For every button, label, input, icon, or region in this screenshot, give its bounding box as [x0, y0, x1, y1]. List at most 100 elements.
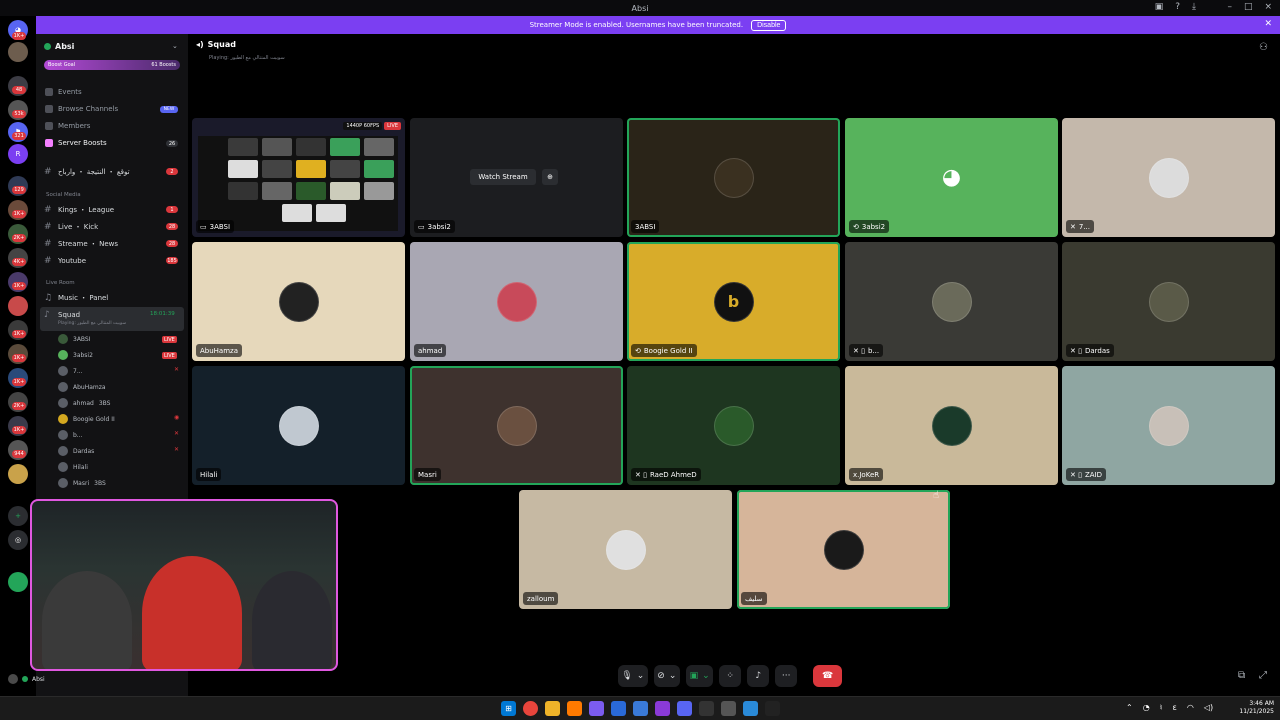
microphone-button[interactable]: 🎙︎ ⌄ — [618, 665, 648, 687]
zoom-icon[interactable]: ⊕ — [542, 169, 558, 185]
minimize-icon[interactable]: – — [1227, 2, 1232, 12]
settings-icon[interactable] — [721, 701, 736, 716]
voice-user[interactable]: 3ABSI — [58, 334, 91, 344]
voice-user[interactable]: 7... — [58, 366, 83, 376]
server-icon[interactable]: R — [8, 144, 28, 164]
boost-goal-bar[interactable]: Boost Goal 61 Boosts — [44, 60, 180, 70]
app-icon[interactable] — [611, 701, 626, 716]
chrome-icon[interactable] — [523, 701, 538, 716]
tile-name-label: ✕ ▯ Dardas — [1066, 344, 1114, 357]
events-label: Events — [58, 88, 82, 96]
voice-user[interactable]: Hilali — [58, 462, 88, 472]
network-icon[interactable]: ◔ — [1143, 703, 1150, 712]
wifi-icon[interactable]: ◠ — [1187, 703, 1194, 712]
app-icon[interactable] — [589, 701, 604, 716]
channel-results[interactable]: # توقع ・ النتيجة ・ وارباح — [44, 167, 130, 177]
camera-button[interactable]: ⊘ ⌄ — [653, 665, 681, 687]
voice-user[interactable]: ahmad 3BS — [58, 398, 110, 408]
watch-stream-button[interactable]: Watch Stream — [470, 169, 536, 185]
channel-youtube[interactable]: # Youtube — [44, 256, 86, 266]
participant-tile[interactable]: 3ABSI — [627, 118, 840, 237]
voice-user[interactable]: AbuHamza — [58, 382, 106, 392]
popout-icon[interactable]: ⧉ — [1238, 670, 1245, 681]
server-name-header[interactable]: Absi — [44, 42, 74, 51]
more-icon: ··· — [781, 671, 791, 681]
members-list-icon[interactable]: ⚇ — [1259, 42, 1268, 53]
more-options-button[interactable]: ··· — [775, 665, 798, 687]
mic-tray-icon[interactable]: ♮ — [1160, 703, 1163, 712]
discord-icon[interactable] — [677, 701, 692, 716]
tray-chevron-icon[interactable]: ⌃ — [1126, 703, 1133, 712]
server-icon[interactable] — [8, 464, 28, 484]
volume-icon[interactable]: ◁) — [1204, 703, 1213, 712]
help-icon[interactable]: ? — [1175, 2, 1180, 12]
app-icon[interactable] — [633, 701, 648, 716]
close-banner-icon[interactable]: ✕ — [1264, 19, 1272, 29]
system-clock[interactable]: 3:46 AM 11/21/2025 — [1239, 700, 1274, 716]
stream-tile[interactable]: 1440P 60FPS LIVE ▭ 3ABSI — [192, 118, 405, 237]
close-window-icon[interactable]: × — [1264, 2, 1272, 12]
language-icon[interactable]: ε — [1173, 703, 1177, 712]
voice-user[interactable]: Boogie Gold II — [58, 414, 115, 424]
participant-tile[interactable]: ◕ ⟲ 3absi2 — [845, 118, 1058, 237]
download-icon[interactable]: ⤓ — [1192, 2, 1196, 12]
app-icon[interactable] — [743, 701, 758, 716]
user-panel[interactable]: Absi — [8, 672, 188, 686]
participant-tile[interactable]: ✕ ▯ Dardas — [1062, 242, 1275, 361]
voice-user[interactable]: Masri 3BS — [58, 478, 106, 488]
activities-button[interactable]: ⁘ — [719, 665, 742, 687]
screen-icon: ▭ — [418, 222, 425, 231]
channel-label: Live ・ Kick — [58, 223, 99, 231]
fullscreen-icon[interactable]: ⤢ — [1259, 670, 1267, 681]
participant-tile[interactable]: سليف — [737, 490, 950, 609]
participant-tile[interactable]: ahmad — [410, 242, 623, 361]
channel-live-kick[interactable]: # Live ・ Kick — [44, 222, 98, 232]
server-boosts-link[interactable]: Server Boosts — [45, 139, 107, 147]
notification-badge: 944 — [12, 450, 26, 458]
category-live-room[interactable]: Live Room — [46, 280, 75, 286]
participant-tile[interactable]: AbuHamza — [192, 242, 405, 361]
voice-user[interactable]: b... — [58, 430, 83, 440]
screen-share-button[interactable]: ▣ ⌄ — [686, 665, 714, 687]
participant-tile[interactable]: ✕ ▯ RaeD AhmeD — [627, 366, 840, 485]
server-icon[interactable] — [8, 42, 28, 62]
voice-user[interactable]: 3absi2 — [58, 350, 93, 360]
disable-streamer-mode-button[interactable]: Disable — [751, 19, 787, 31]
start-icon[interactable]: ⊞ — [501, 701, 516, 716]
discover-icon[interactable]: ◎ — [8, 530, 28, 550]
chevron-down-icon[interactable]: ⌄ — [172, 42, 178, 50]
channel-label: Kings ・ League — [58, 206, 115, 214]
server-icon[interactable] — [8, 296, 28, 316]
participant-tile[interactable]: b ⟲ Boogie Gold II — [627, 242, 840, 361]
channel-streame-news[interactable]: # Streame ・ News — [44, 239, 118, 249]
app-icon[interactable] — [699, 701, 714, 716]
browse-channels-link[interactable]: Browse Channels — [45, 105, 118, 113]
category-social-media[interactable]: Social Media — [46, 192, 81, 198]
channel-kings-league[interactable]: # Kings ・ League — [44, 205, 114, 215]
participant-tile[interactable]: ✕ ▯ b... — [845, 242, 1058, 361]
members-link[interactable]: Members — [45, 122, 90, 130]
participant-tile[interactable]: Masri — [410, 366, 623, 485]
channel-music-panel[interactable]: ♫ Music ・ Panel — [44, 293, 108, 303]
microphone-icon: 🎙︎ — [621, 671, 633, 681]
events-link[interactable]: Events — [45, 88, 82, 96]
avatar — [713, 157, 754, 198]
soundboard-button[interactable]: ♪ — [747, 665, 770, 687]
server-icon[interactable] — [8, 572, 28, 592]
maximize-icon[interactable]: □ — [1244, 2, 1253, 12]
participant-tile[interactable]: ✕ 7... — [1062, 118, 1275, 237]
app-icon[interactable] — [765, 701, 780, 716]
add-server-icon[interactable]: + — [8, 506, 28, 526]
file-explorer-icon[interactable] — [545, 701, 560, 716]
participant-tile[interactable]: Hilali — [192, 366, 405, 485]
voice-user[interactable]: Dardas — [58, 446, 94, 456]
participant-tile[interactable]: x.JoKeR — [845, 366, 1058, 485]
inbox-icon[interactable]: ▣ — [1155, 2, 1164, 12]
app-icon[interactable] — [655, 701, 670, 716]
participant-tile[interactable]: zalloum — [519, 490, 732, 609]
channel-squad[interactable]: ♪ Squad — [44, 310, 80, 320]
hash-icon: # — [44, 239, 52, 249]
participant-tile[interactable]: ✕ ▯ ZAID — [1062, 366, 1275, 485]
app-icon[interactable] — [567, 701, 582, 716]
disconnect-button[interactable]: ☎ — [813, 665, 843, 687]
